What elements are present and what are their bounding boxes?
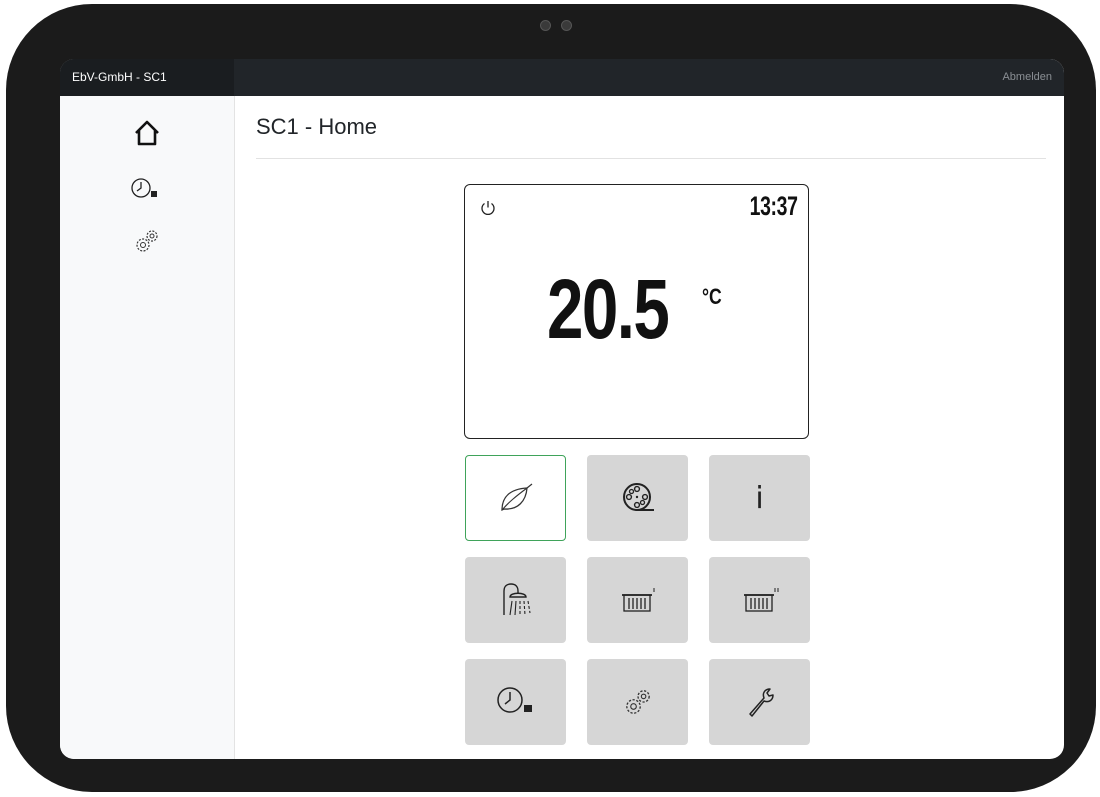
hot-water-button[interactable] xyxy=(465,557,566,643)
thermostat-display: 13:37 20.5 °C xyxy=(464,184,809,439)
radiator-1-icon xyxy=(621,588,654,612)
settings-button[interactable] xyxy=(587,659,688,745)
clock-time: 13:37 xyxy=(750,191,798,221)
top-navbar: EbV-GmbH - SC1 Abmelden xyxy=(60,59,1064,96)
settings-gears-icon xyxy=(136,230,158,252)
radiator-2-icon xyxy=(743,588,778,612)
power-button[interactable] xyxy=(479,199,497,222)
page-title: SC1 - Home xyxy=(256,114,378,139)
logout-link[interactable]: Abmelden xyxy=(1002,59,1052,96)
sidebar-item-home[interactable] xyxy=(60,118,234,148)
temperature-unit: °C xyxy=(702,284,722,309)
screen: EbV-GmbH - SC1 Abmelden SC1 - Home 13:37… xyxy=(60,59,1064,759)
camera-lens xyxy=(540,20,551,31)
program-reel-button[interactable] xyxy=(587,455,688,541)
sidebar-item-schedule[interactable] xyxy=(60,174,234,204)
title-divider xyxy=(256,158,1046,159)
service-button[interactable] xyxy=(709,659,810,745)
sidebar xyxy=(60,96,235,759)
temperature-value: 20.5 xyxy=(547,262,670,356)
power-icon xyxy=(481,201,495,215)
heating-circuit-1-button[interactable] xyxy=(587,557,688,643)
info-icon: i xyxy=(755,480,764,516)
settings-gears-icon xyxy=(625,690,650,714)
brand-label[interactable]: EbV-GmbH - SC1 xyxy=(60,59,234,96)
eco-mode-button[interactable] xyxy=(465,455,566,541)
shower-icon xyxy=(502,583,531,616)
heating-circuit-2-button[interactable] xyxy=(709,557,810,643)
sidebar-item-settings[interactable] xyxy=(60,224,234,258)
wrench-icon xyxy=(748,688,774,717)
camera-sensor xyxy=(561,20,572,31)
schedule-clock-icon xyxy=(496,687,532,713)
home-icon xyxy=(135,120,159,146)
tablet-bezel: EbV-GmbH - SC1 Abmelden SC1 - Home 13:37… xyxy=(6,4,1096,792)
schedule-button[interactable] xyxy=(465,659,566,745)
film-reel-icon xyxy=(622,483,654,511)
eco-leaf-icon xyxy=(500,483,532,512)
info-button[interactable]: i xyxy=(709,455,810,541)
schedule-clock-icon xyxy=(131,178,157,198)
